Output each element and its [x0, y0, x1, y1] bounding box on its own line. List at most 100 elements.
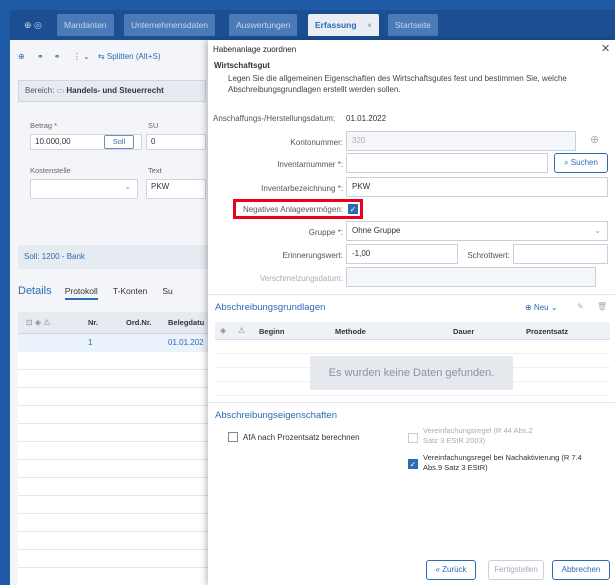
erinnerungswert-value: -1,00: [352, 249, 371, 258]
vereinfachung1-checkbox[interactable]: [408, 433, 418, 443]
verschmelzung-label: Verschmelzungsdatum:: [259, 274, 343, 283]
verschmelzung-input[interactable]: [346, 267, 596, 287]
col-ordnr: Ord.Nr.: [126, 318, 152, 327]
bereich-select[interactable]: Bereich: ▭ Handels- und Steuerrecht: [18, 80, 206, 102]
tab-startseite[interactable]: Startseite: [388, 14, 438, 36]
inventarbezeichnung-label: Inventarbezeichnung *:: [261, 184, 343, 193]
col-prozentsatz: Prozentsatz: [526, 327, 569, 336]
tab-auswertungen[interactable]: Auswertungen: [229, 14, 298, 36]
erinnerungswert-input[interactable]: -1,00: [346, 244, 458, 264]
chevron-down-icon: ⌄: [124, 182, 131, 191]
afa-checkbox[interactable]: [228, 432, 238, 442]
text-label: Text: [148, 166, 162, 175]
inventarnummer-input[interactable]: [346, 153, 548, 173]
details-tabs: Details Protokoll T-Konten Su: [18, 285, 173, 300]
kostenstelle-select[interactable]: ⌄: [30, 179, 138, 199]
menu-icon[interactable]: ⋮ ⌄: [73, 52, 90, 61]
neu-label: Neu: [533, 303, 549, 312]
split-button[interactable]: Splitten (Alt+S): [107, 52, 161, 61]
add-icon: ⊕: [525, 303, 532, 312]
link2-icon[interactable]: ⚭: [54, 52, 61, 61]
tab-label: Startseite: [395, 20, 431, 30]
circle-icon[interactable]: ⊕ ◎: [24, 20, 42, 31]
suchen-label: Suchen: [570, 158, 598, 167]
kontonummer-value: 320: [352, 136, 366, 145]
tab-mandanten[interactable]: Mandanten: [57, 14, 114, 36]
afa-label: AfA nach Prozentsatz berechnen: [243, 433, 360, 442]
tab-close-icon[interactable]: ×: [367, 20, 372, 30]
abschreibung-grid-header: ◈ ⚠ Beginn Methode Dauer Prozentsatz: [215, 322, 610, 340]
eigenschaften-title: Abschreibungseigenschaften: [215, 410, 338, 421]
kostenstelle-label: Kostenstelle: [30, 166, 71, 175]
gruppe-label: Gruppe *:: [308, 228, 343, 237]
tab-erfassung[interactable]: Erfassung ×: [308, 14, 379, 36]
folder-icon: ▭: [56, 86, 65, 95]
soll-account-line: Soll: 1200 - Bank: [18, 245, 208, 269]
details-grid-body: [18, 352, 208, 585]
inventarnummer-label: Inventarnummer *:: [277, 160, 343, 169]
suchen-button[interactable]: ⌕ Suchen: [554, 153, 608, 173]
inventarbezeichnung-input[interactable]: PKW: [346, 177, 608, 197]
divider: [208, 294, 615, 295]
col-nr: Nr.: [88, 318, 99, 327]
col-beginn: Beginn: [259, 327, 285, 336]
vereinfachung2-checkbox[interactable]: ✓: [408, 459, 418, 469]
col-dauer: Dauer: [453, 327, 475, 336]
warning-icon: ⚠: [238, 326, 246, 335]
row-date: 01.01.202: [168, 338, 204, 347]
empty-message: Es wurden keine Daten gefunden.: [310, 356, 513, 390]
search-icon: ⌕: [564, 158, 569, 167]
bereich-value: Handels- und Steuerrecht: [66, 86, 164, 95]
gruppe-value: Ohne Gruppe: [352, 226, 401, 235]
details-title: Details: [18, 285, 52, 297]
kontonummer-label: Kontonummer:: [290, 138, 343, 147]
cancel-button[interactable]: Abbrechen: [552, 560, 610, 580]
tab-label: Erfassung: [315, 20, 357, 30]
chevron-down-icon: ⌄: [594, 226, 601, 235]
negativ-label: Negatives Anlagevermögen:: [242, 205, 343, 214]
tab-protokoll[interactable]: Protokoll: [64, 286, 98, 300]
col-methode: Methode: [335, 327, 366, 336]
erinnerungswert-label: Erinnerungswert:: [282, 251, 343, 260]
text-value: PKW: [151, 182, 170, 191]
tab-t-konten[interactable]: T-Konten: [113, 286, 148, 296]
betrag-value: 10.000,00: [35, 137, 71, 146]
edit-icon[interactable]: ✎: [577, 302, 584, 311]
su-input[interactable]: 0: [146, 134, 206, 150]
tab-unternehmensdaten[interactable]: Unternehmensdaten: [124, 14, 216, 36]
text-input[interactable]: PKW: [146, 179, 206, 199]
divider: [208, 402, 615, 403]
negativ-checkbox[interactable]: ✓: [348, 204, 358, 214]
close-icon[interactable]: ✕: [601, 42, 610, 55]
neu-button[interactable]: ⊕ Neu ⌄: [525, 303, 558, 312]
dialog-description: Legen Sie die allgemeinen Eigenschaften …: [228, 74, 567, 94]
toolbar: ⊕ ⚭ ⚭ ⋮ ⌄ ⇆ Splitten (Alt+S): [18, 52, 161, 74]
shield-icon: ◈: [220, 326, 227, 335]
su-label: SU: [148, 121, 159, 130]
dialog-title: Habenanlage zuordnen: [213, 45, 297, 54]
gruppe-select[interactable]: Ohne Gruppe ⌄: [346, 221, 608, 241]
soll-button[interactable]: Soll: [104, 135, 134, 149]
acq-date-value: 01.01.2022: [346, 114, 387, 123]
delete-icon[interactable]: 🗑: [597, 302, 607, 311]
add-circle-icon[interactable]: ⊕: [590, 133, 599, 146]
su-value: 0: [151, 137, 156, 146]
acq-date-label: Anschaffungs-/Herstellungsdatum:: [213, 114, 336, 123]
table-row[interactable]: 1 01.01.202: [18, 334, 208, 352]
back-button[interactable]: « Zurück: [426, 560, 476, 580]
bereich-label: Bereich:: [25, 86, 55, 95]
link-icon[interactable]: ⚭: [37, 52, 44, 61]
section-title: Wirtschaftsgut: [214, 61, 270, 70]
finish-button[interactable]: Fertigstellen: [488, 560, 544, 580]
inventarbezeichnung-value: PKW: [352, 182, 371, 191]
lock-icon: ⊡ ◈ ⚠: [26, 318, 51, 327]
schrottwert-input[interactable]: [513, 244, 608, 264]
tab-label: Mandanten: [64, 20, 107, 30]
add-icon[interactable]: ⊕: [18, 52, 25, 61]
split-icon[interactable]: ⇆: [98, 52, 105, 61]
tab-label: Auswertungen: [236, 20, 291, 30]
kontonummer-input[interactable]: 320: [346, 131, 576, 151]
tab-su[interactable]: Su: [162, 286, 172, 296]
abschreibung-title: Abschreibungsgrundlagen: [215, 302, 326, 313]
col-belegdatum: Belegdatu: [168, 318, 205, 327]
